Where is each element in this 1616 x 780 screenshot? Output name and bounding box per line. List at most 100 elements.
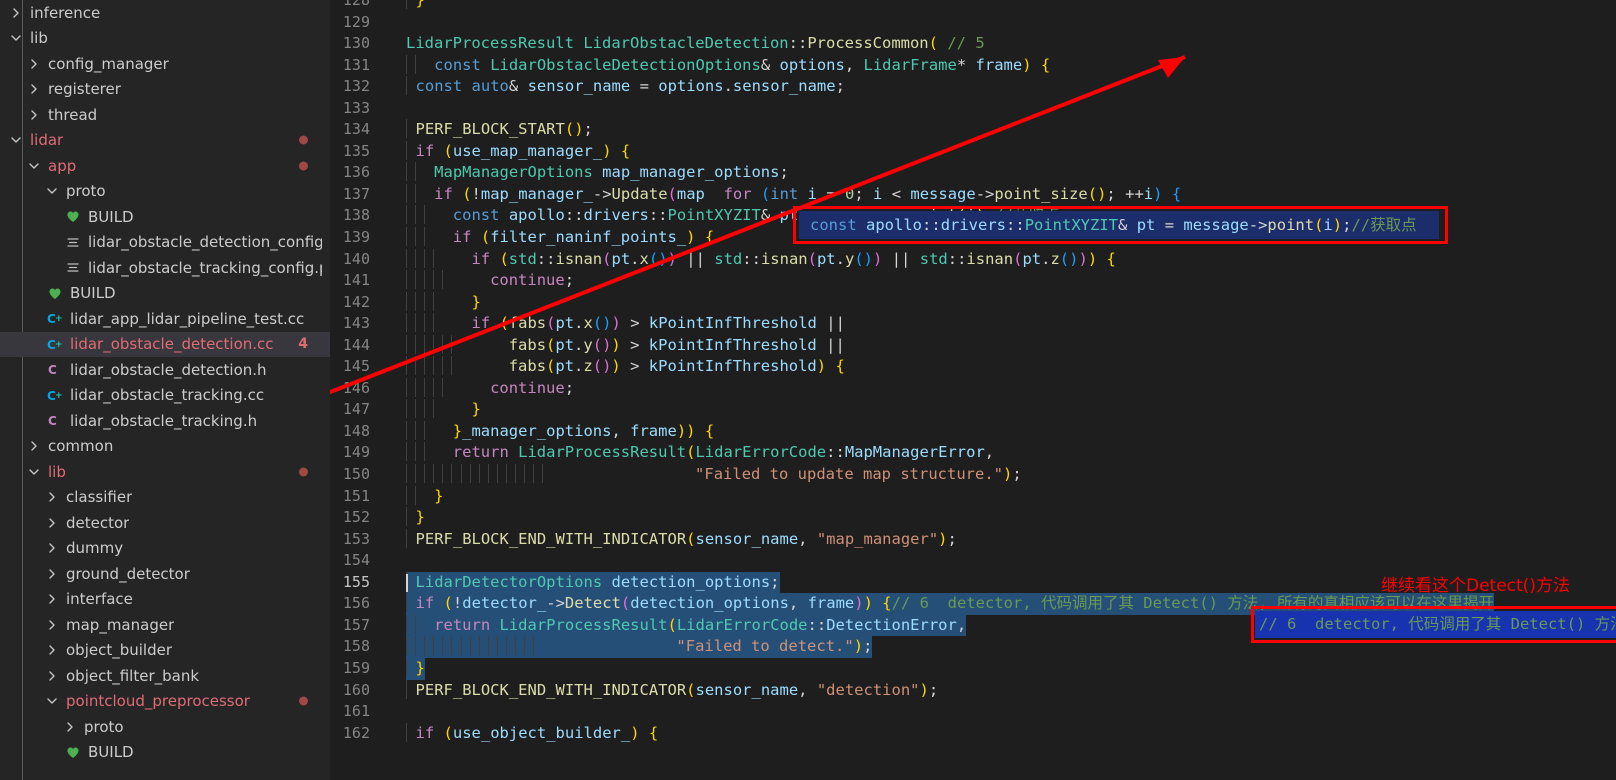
sidebar-item-ground-detector[interactable]: ground_detector <box>0 561 330 587</box>
sidebar-item-proto[interactable]: proto <box>0 714 330 740</box>
code-line[interactable]: 134 PERF_BLOCK_START(); <box>330 119 1616 141</box>
code-line[interactable]: 144 fabs(pt.y()) > kPointInfThreshold || <box>330 334 1616 357</box>
code-line[interactable]: 133 <box>330 98 1616 120</box>
chevron-right-icon[interactable] <box>26 440 42 452</box>
line-number: 145 <box>342 357 370 376</box>
sidebar-item-lidar-obstacle-tracking-h[interactable]: Clidar_obstacle_tracking.h <box>0 408 330 434</box>
code-line-content: } <box>392 0 1616 12</box>
sidebar-item-interface[interactable]: interface <box>0 587 330 613</box>
code-line[interactable]: 152} <box>330 507 1616 529</box>
sidebar-item-build[interactable]: BUILD <box>0 204 330 230</box>
chevron-right-icon[interactable] <box>8 7 24 19</box>
sidebar-item-registerer[interactable]: registerer <box>0 77 330 103</box>
code-line[interactable]: 132 const auto& sensor_name = options.sen… <box>330 76 1616 98</box>
sidebar-item-pointcloud-preprocessor[interactable]: pointcloud_preprocessor <box>0 689 330 715</box>
code-line[interactable]: 149 return LidarProcessResult(LidarErrorC… <box>330 442 1616 464</box>
code-line[interactable]: 141 continue; <box>330 270 1616 292</box>
chevron-right-icon[interactable] <box>44 517 60 529</box>
bazel-heart-icon <box>62 210 84 223</box>
sidebar-item-label: BUILD <box>88 207 134 226</box>
sidebar-item-lidar-obstacle-detection-h[interactable]: Clidar_obstacle_detection.h <box>0 357 330 383</box>
sidebar-item-detector[interactable]: detector <box>0 510 330 536</box>
code-line[interactable]: 129 <box>330 12 1616 34</box>
code-line-content: "Failed to update map structure."); <box>392 464 1616 486</box>
sidebar-item-label: lib <box>48 462 66 481</box>
chevron-right-icon[interactable] <box>44 542 60 554</box>
code-line[interactable]: 136 MapManagerOptions map_manager_options… <box>330 162 1616 184</box>
sidebar-item-proto[interactable]: proto <box>0 179 330 205</box>
sidebar-item-lidar-obstacle-detection-config-proto[interactable]: lidar_obstacle_detection_config.proto <box>0 230 330 256</box>
code-line[interactable]: 154 <box>330 550 1616 572</box>
sidebar-item-object-filter-bank[interactable]: object_filter_bank <box>0 663 330 689</box>
chevron-right-icon[interactable] <box>26 83 42 95</box>
code-line[interactable]: 162 if (use_object_builder_) { <box>330 722 1616 745</box>
chevron-right-icon[interactable] <box>44 568 60 580</box>
code-line[interactable]: 148}_manager_options, frame)) { <box>330 420 1616 443</box>
code-line[interactable]: 153 PERF_BLOCK_END_WITH_INDICATOR(sensor_… <box>330 528 1616 551</box>
code-line-content: PERF_BLOCK_END_WITH_INDICATOR(sensor_nam… <box>392 679 1616 702</box>
code-line[interactable]: 128} <box>330 0 1616 12</box>
sidebar-item-lidar-app-lidar-pipeline-test-cc[interactable]: C++ lidar_app_lidar_pipeline_test.cc <box>0 306 330 332</box>
code-line-content <box>392 98 1616 120</box>
chevron-right-icon[interactable] <box>44 619 60 631</box>
code-line[interactable]: 130 LidarProcessResult LidarObstacleDetec… <box>330 33 1616 55</box>
line-number: 131 <box>342 55 370 74</box>
chevron-down-icon[interactable] <box>8 33 24 43</box>
chevron-down-icon[interactable] <box>44 186 60 196</box>
sidebar-item-build[interactable]: BUILD <box>0 281 330 307</box>
chevron-right-icon[interactable] <box>26 58 42 70</box>
sidebar-item-map-manager[interactable]: map_manager <box>0 612 330 638</box>
code-line[interactable]: 131 const LidarObstacleDetectionOptions& … <box>330 54 1616 77</box>
chevron-right-icon[interactable] <box>44 593 60 605</box>
sidebar-item-common[interactable]: common <box>0 434 330 460</box>
chevron-right-icon[interactable] <box>44 644 60 656</box>
chevron-down-icon[interactable] <box>26 467 42 477</box>
chevron-down-icon[interactable] <box>8 135 24 145</box>
code-line[interactable]: 145 fabs(pt.z()) > kPointInfThreshold) { <box>330 356 1616 378</box>
code-line[interactable]: 135 if (use_map_manager_) { <box>330 140 1616 163</box>
chevron-down-icon[interactable] <box>26 161 42 171</box>
sidebar-item-inference[interactable]: inference <box>0 0 330 26</box>
code-line[interactable]: 140 if (std::isnan(pt.x()) || std::isnan(… <box>330 248 1616 271</box>
sidebar-item-lidar-obstacle-detection-cc[interactable]: C++ lidar_obstacle_detection.cc 4 <box>0 331 330 357</box>
sidebar-item-object-builder[interactable]: object_builder <box>0 638 330 664</box>
sidebar-item-config-manager[interactable]: config_manager <box>0 51 330 77</box>
code-line[interactable]: 160 PERF_BLOCK_END_WITH_INDICATOR(sensor_… <box>330 679 1616 702</box>
sidebar-item-dummy[interactable]: dummy <box>0 536 330 562</box>
code-line[interactable]: 147} <box>330 399 1616 421</box>
sidebar-item-lidar-obstacle-tracking-config-proto[interactable]: lidar_obstacle_tracking_config.proto <box>0 255 330 281</box>
cpp-header-icon: C <box>44 363 66 376</box>
code-line[interactable]: 142} <box>330 291 1616 314</box>
code-line[interactable]: 151} <box>330 485 1616 508</box>
sidebar-item-lib[interactable]: lib <box>0 26 330 52</box>
code-line-content <box>392 701 1616 723</box>
sidebar-item-lidar[interactable]: lidar <box>0 128 330 154</box>
sidebar-item-lib[interactable]: lib <box>0 459 330 485</box>
proto-file-icon <box>62 261 84 274</box>
sidebar-item-build[interactable]: BUILD <box>0 740 330 766</box>
sidebar-item-lidar-obstacle-tracking-cc[interactable]: C++ lidar_obstacle_tracking.cc <box>0 383 330 409</box>
sidebar-item-label: classifier <box>66 488 133 507</box>
code-line[interactable]: 158 "Failed to detect."); <box>330 636 1616 658</box>
chevron-right-icon[interactable] <box>44 670 60 682</box>
code-editor[interactable]: 128} 129 130 LidarProcessResult LidarObstac… <box>330 0 1616 780</box>
sidebar-item-app[interactable]: app <box>0 153 330 179</box>
sidebar-item-thread[interactable]: thread <box>0 102 330 128</box>
chevron-right-icon[interactable] <box>62 721 78 733</box>
code-line[interactable]: 143 if (fabs(pt.x()) > kPointInfThreshold… <box>330 313 1616 335</box>
code-line-content: if (use_map_manager_) { <box>392 140 1616 163</box>
code-line[interactable]: 161 <box>330 701 1616 723</box>
chevron-right-icon[interactable] <box>26 109 42 121</box>
code-line[interactable]: 159} <box>330 657 1616 680</box>
code-line[interactable]: 146 continue; <box>330 377 1616 400</box>
code-line[interactable]: 137 if (!map_manager_->Update(map for (in… <box>330 183 1616 206</box>
code-line[interactable]: 150 "Failed to update map structure."); <box>330 464 1616 486</box>
line-number: 140 <box>342 249 370 268</box>
sidebar-item-label: detector <box>66 513 130 532</box>
sidebar-item-classifier[interactable]: classifier <box>0 485 330 511</box>
chevron-right-icon[interactable] <box>44 491 60 503</box>
line-number: 156 <box>342 594 370 613</box>
file-explorer-sidebar[interactable]: inference lib config_manager registerer thre… <box>0 0 330 780</box>
chevron-down-icon[interactable] <box>44 696 60 706</box>
code-line-content: PERF_BLOCK_START(); <box>392 119 1616 141</box>
